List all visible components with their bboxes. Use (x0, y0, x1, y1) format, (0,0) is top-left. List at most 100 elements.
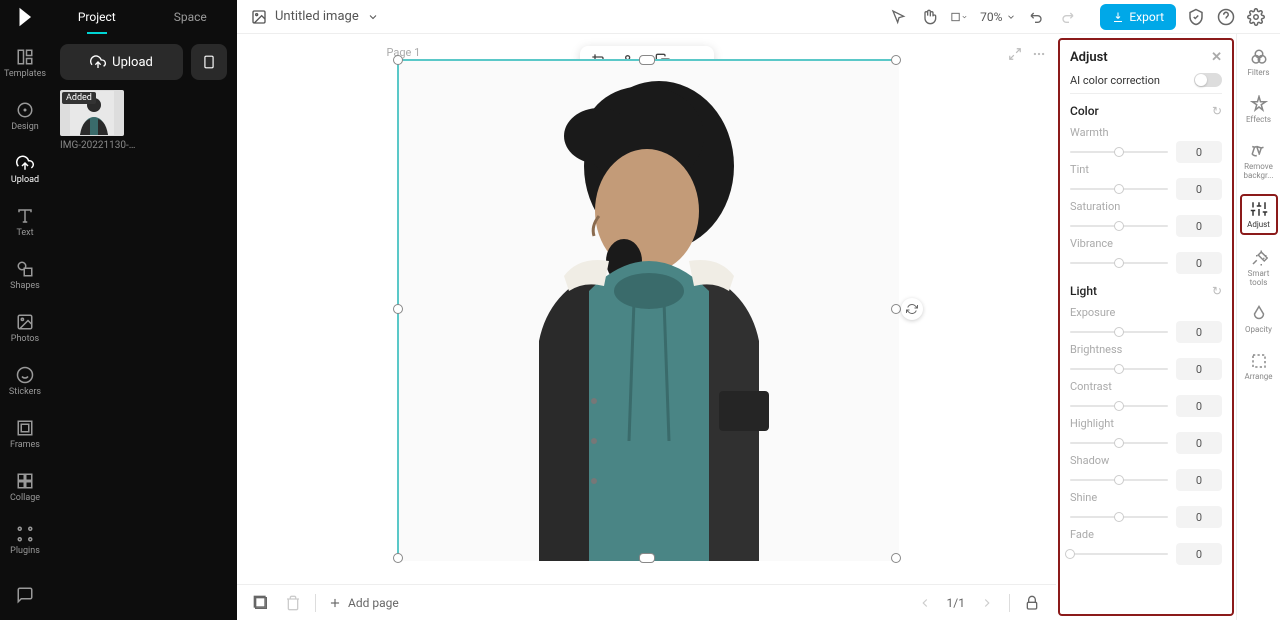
reset-transform-button[interactable] (901, 298, 923, 320)
rail-arrange[interactable]: Arrange (1240, 348, 1278, 385)
sidebar-item-collage[interactable]: Collage (0, 468, 50, 507)
light-slider-slider[interactable] (1070, 368, 1168, 370)
light-slider-label: Shadow (1070, 454, 1222, 467)
light-slider-slider[interactable] (1070, 331, 1168, 333)
app-logo[interactable] (0, 0, 50, 34)
tool-sidebar: Templates Design Upload Text Shapes Phot… (0, 34, 50, 620)
rail-remove-bg[interactable]: Remove backgr... (1240, 138, 1278, 184)
document-title: Untitled image (275, 9, 359, 24)
selected-image[interactable] (397, 59, 897, 559)
resize-handle-ml[interactable] (393, 304, 403, 314)
ai-color-toggle[interactable] (1194, 73, 1222, 87)
chevron-down-icon (1006, 12, 1016, 22)
hand-tool[interactable] (920, 8, 938, 26)
color-slider-value[interactable]: 0 (1176, 141, 1222, 163)
light-slider-value[interactable]: 0 (1176, 321, 1222, 343)
color-slider-slider[interactable] (1070, 262, 1168, 264)
tab-project[interactable]: Project (50, 0, 144, 34)
document-title-area[interactable]: Untitled image (237, 9, 393, 25)
trash-icon[interactable] (283, 593, 303, 613)
light-slider-slider[interactable] (1070, 405, 1168, 407)
light-slider-value[interactable]: 0 (1176, 358, 1222, 380)
adjust-title: Adjust (1070, 50, 1108, 65)
chevron-down-icon (367, 11, 379, 23)
sidebar-item-text[interactable]: Text (0, 203, 50, 242)
asset-filename: IMG-20221130-WA0... (60, 140, 140, 151)
rail-filters[interactable]: Filters (1240, 44, 1278, 81)
light-slider-slider[interactable] (1070, 442, 1168, 444)
gear-icon[interactable] (1246, 7, 1266, 27)
resize-handle-mr[interactable] (891, 304, 901, 314)
light-slider-value[interactable]: 0 (1176, 543, 1222, 565)
sidebar-item-upload[interactable]: Upload (0, 150, 50, 189)
add-page-button[interactable]: Add page (328, 596, 399, 610)
lock-icon[interactable] (1022, 593, 1042, 613)
resize-handle-tr[interactable] (891, 55, 901, 65)
light-slider-slider[interactable] (1070, 479, 1168, 481)
sidebar-item-stickers[interactable]: Stickers (0, 362, 50, 401)
header-right-tools: Export (1086, 4, 1280, 30)
export-button[interactable]: Export (1100, 4, 1176, 30)
page-actions (1008, 46, 1046, 65)
rail-adjust[interactable]: Adjust (1240, 194, 1278, 235)
upload-button[interactable]: Upload (60, 44, 183, 80)
color-slider-slider[interactable] (1070, 151, 1168, 153)
plus-icon (328, 596, 342, 610)
help-icon[interactable] (1216, 7, 1236, 27)
rail-opacity[interactable]: Opacity (1240, 301, 1278, 338)
sidebar-item-design[interactable]: Design (0, 97, 50, 136)
pointer-tool[interactable] (890, 8, 908, 26)
prev-page-button[interactable] (915, 593, 935, 613)
page-more-icon[interactable] (1032, 46, 1046, 65)
uploaded-asset[interactable]: Added IMG-20221130-WA0... (60, 90, 227, 151)
color-slider-slider[interactable] (1070, 188, 1168, 190)
light-section-title: Light (1070, 284, 1097, 298)
sidebar-item-templates[interactable]: Templates (0, 44, 50, 83)
reset-light-icon[interactable]: ↻ (1212, 284, 1222, 298)
rail-smart-tools[interactable]: Smart tools (1240, 245, 1278, 291)
undo-button[interactable] (1028, 8, 1046, 26)
resize-handle-tl[interactable] (393, 55, 403, 65)
frame-tool[interactable] (950, 8, 968, 26)
upload-panel: Upload Added IMG-20221130-WA0... (50, 34, 237, 620)
color-slider-label: Tint (1070, 163, 1222, 176)
close-icon[interactable]: ✕ (1211, 50, 1222, 65)
redo-button[interactable] (1058, 8, 1076, 26)
download-icon (1112, 11, 1124, 23)
top-bar: Project Space Untitled image 70% Export (0, 0, 1280, 34)
added-badge: Added (62, 92, 96, 104)
sidebar-item-plugins[interactable]: Plugins (0, 521, 50, 560)
tab-space[interactable]: Space (144, 0, 238, 34)
light-slider-value[interactable]: 0 (1176, 506, 1222, 528)
shield-icon[interactable] (1186, 7, 1206, 27)
next-page-button[interactable] (977, 593, 997, 613)
color-slider-value[interactable]: 0 (1176, 252, 1222, 274)
light-slider-value[interactable]: 0 (1176, 432, 1222, 454)
resize-handle-bl[interactable] (393, 553, 403, 563)
sidebar-item-chat[interactable] (0, 582, 50, 608)
expand-icon[interactable] (1008, 46, 1022, 65)
light-slider-slider[interactable] (1070, 553, 1168, 555)
resize-handle-tm[interactable] (639, 55, 655, 65)
mobile-upload-button[interactable] (191, 44, 227, 80)
reset-color-icon[interactable]: ↻ (1212, 104, 1222, 118)
color-slider-slider[interactable] (1070, 225, 1168, 227)
color-slider-value[interactable]: 0 (1176, 215, 1222, 237)
light-slider-value[interactable]: 0 (1176, 469, 1222, 491)
light-slider-label: Shine (1070, 491, 1222, 504)
color-slider-value[interactable]: 0 (1176, 178, 1222, 200)
canvas-area: Page 1 (237, 34, 1056, 620)
layers-icon[interactable] (251, 593, 271, 613)
sidebar-item-photos[interactable]: Photos (0, 309, 50, 348)
resize-handle-br[interactable] (891, 553, 901, 563)
color-slider-label: Saturation (1070, 200, 1222, 213)
resize-handle-bm[interactable] (639, 553, 655, 563)
color-section-title: Color (1070, 104, 1099, 118)
sidebar-item-shapes[interactable]: Shapes (0, 256, 50, 295)
canvas[interactable]: Page 1 (237, 34, 1056, 584)
zoom-level[interactable]: 70% (980, 10, 1016, 24)
sidebar-item-frames[interactable]: Frames (0, 415, 50, 454)
rail-effects[interactable]: Effects (1240, 91, 1278, 128)
light-slider-slider[interactable] (1070, 516, 1168, 518)
light-slider-value[interactable]: 0 (1176, 395, 1222, 417)
